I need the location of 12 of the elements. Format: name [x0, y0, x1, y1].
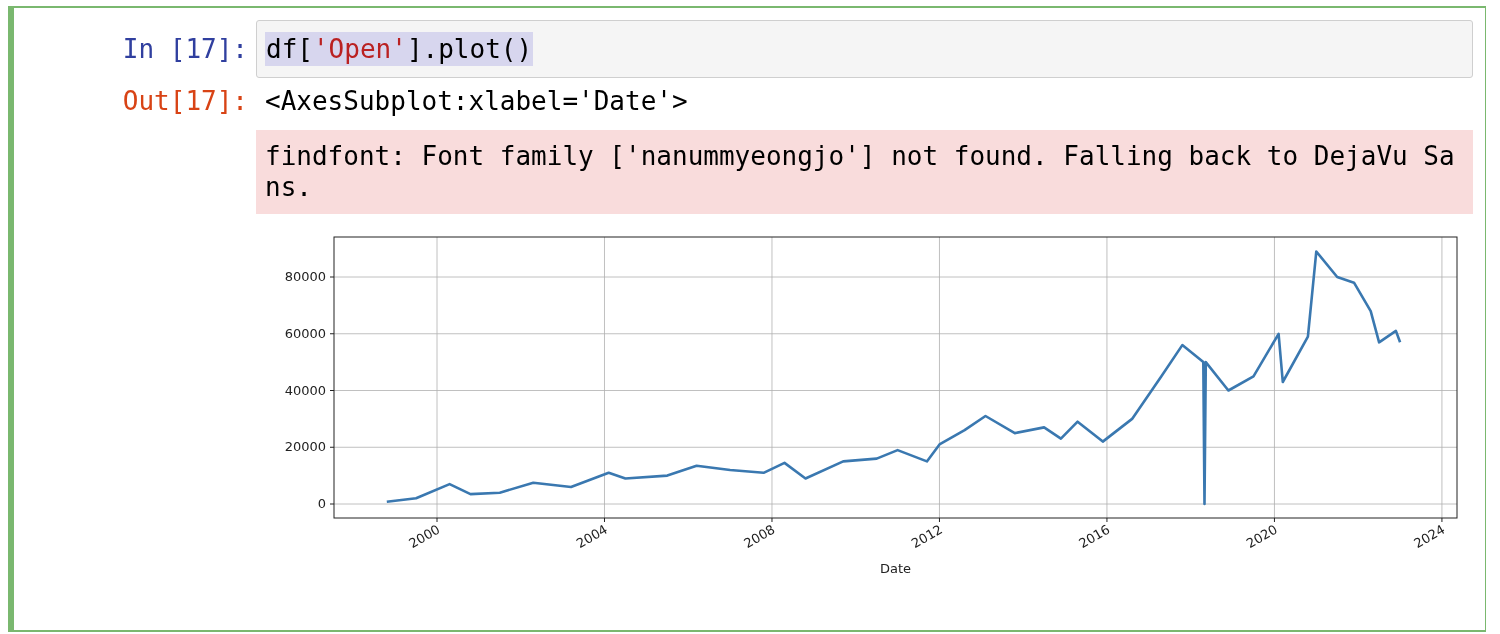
notebook-cell[interactable]: [8, 6, 1486, 632]
y-tick-label: 0: [317, 496, 326, 511]
x-axis-label: Date: [879, 561, 912, 576]
stderr-output: findfont: Font family ['nanummyeongjo'] not found. Falling back to DejaVu Sans.: [256, 130, 1473, 214]
output-text: <AxesSubplot:xlabel='Date'>: [264, 86, 689, 116]
input-prompt: In [17]:: [121, 33, 249, 66]
output-prompt: Out[17]:: [121, 86, 249, 116]
y-tick-label: 20000: [284, 439, 326, 455]
code-editor[interactable]: df['Open'].plot(): [256, 20, 1473, 78]
y-tick-label: 60000: [284, 325, 326, 341]
y-tick-label: 40000: [284, 382, 326, 398]
y-tick-label: 80000: [284, 269, 326, 284]
